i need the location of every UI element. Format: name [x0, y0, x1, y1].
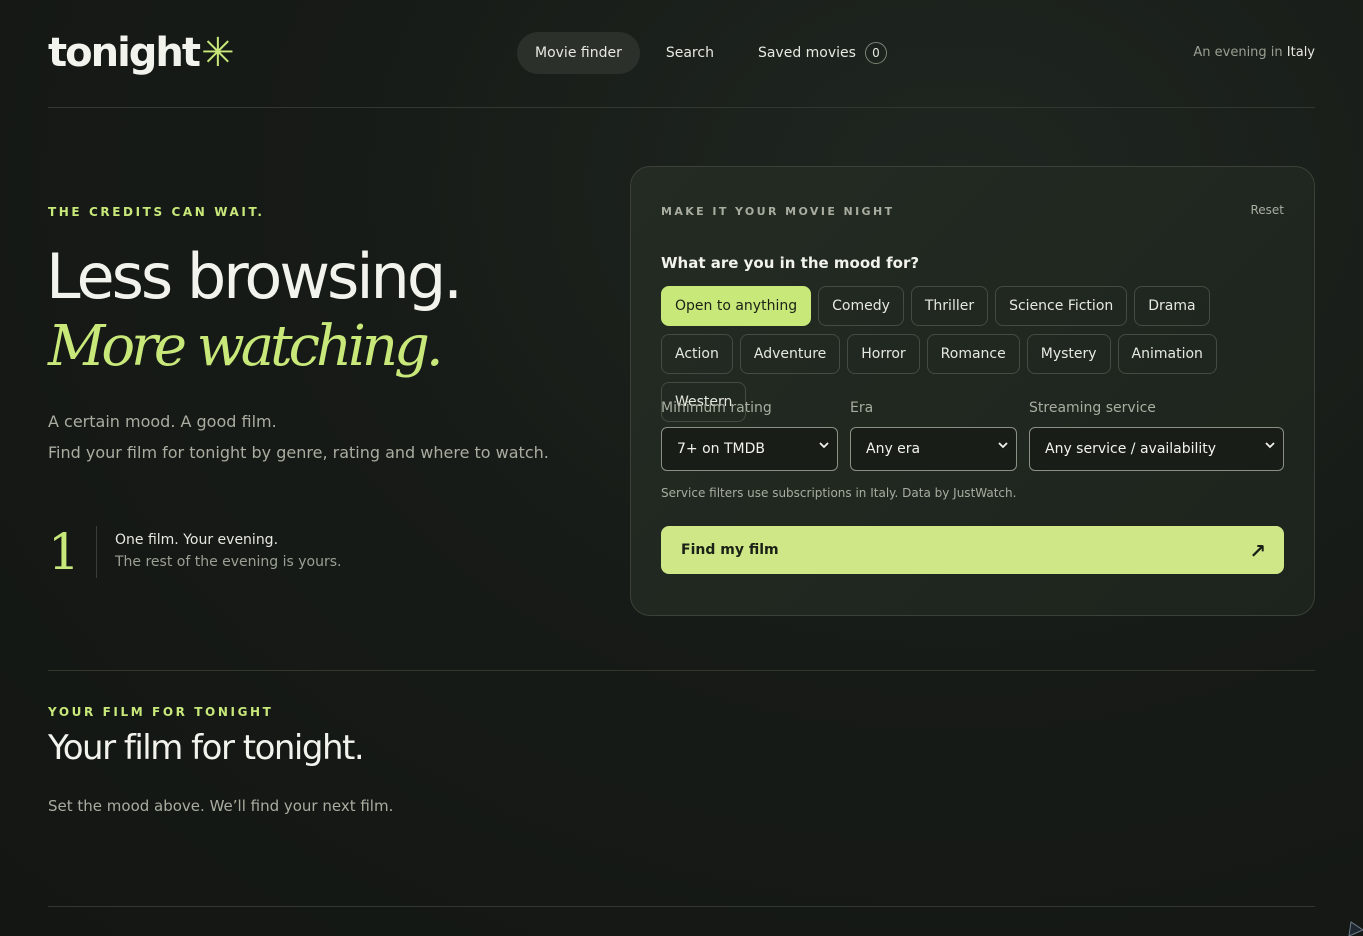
hero-title-accent: More watching. — [48, 314, 444, 379]
locale-prefix: An evening in — [1193, 45, 1283, 60]
main-nav: Movie finder Search Saved movies 0 — [517, 32, 913, 74]
chevron-down-icon — [998, 442, 1008, 449]
hero-title: Less browsing. — [46, 240, 463, 313]
movie-finder-card: MAKE IT YOUR MOVIE NIGHT Reset What are … — [630, 166, 1315, 616]
service-value: Any service / availability — [1045, 441, 1217, 457]
chevron-down-icon — [819, 442, 829, 449]
chevron-down-icon — [1265, 442, 1275, 449]
service-note: Service filters use subscriptions in Ita… — [661, 486, 1017, 500]
stat-title: One film. Your evening. — [115, 532, 279, 548]
stat-number: 1 — [48, 523, 80, 581]
genre-chip-thriller[interactable]: Thriller — [910, 286, 989, 326]
genre-chip-action[interactable]: Action — [661, 334, 733, 374]
genre-chip-animation[interactable]: Animation — [1117, 334, 1217, 374]
nav-label: Search — [665, 45, 714, 61]
result-subtitle: Set the mood above. We’ll find your next… — [48, 797, 394, 815]
genre-chip-comedy[interactable]: Comedy — [818, 286, 904, 326]
find-my-film-button[interactable]: Find my film ↗ — [661, 526, 1284, 574]
cta-label: Find my film — [681, 542, 779, 558]
locale-indicator: An evening in Italy — [1193, 45, 1315, 60]
genre-chip-romance[interactable]: Romance — [926, 334, 1020, 374]
hero-description: Find your film for tonight by genre, rat… — [48, 443, 549, 462]
rating-select[interactable]: 7+ on TMDB — [661, 427, 838, 471]
nav-label: Movie finder — [535, 45, 622, 61]
mood-question: What are you in the mood for? — [661, 254, 920, 272]
arrow-up-right-icon: ↗ — [1249, 539, 1266, 563]
nav-saved-movies[interactable]: Saved movies 0 — [740, 32, 905, 74]
era-label: Era — [850, 400, 874, 416]
stat-divider — [96, 526, 97, 578]
genre-chip-adventure[interactable]: Adventure — [739, 334, 841, 374]
hero-subtitle: A certain mood. A good film. — [48, 412, 277, 431]
section-divider — [48, 906, 1315, 907]
cursor-icon — [1348, 921, 1363, 936]
result-eyebrow: YOUR FILM FOR TONIGHT — [48, 705, 274, 719]
nav-label: Saved movies — [757, 45, 856, 61]
logo-text: tonight — [48, 30, 201, 76]
nav-movie-finder[interactable]: Movie finder — [517, 32, 640, 74]
era-value: Any era — [866, 441, 921, 457]
section-divider — [48, 670, 1315, 671]
genre-chip-open-to-anything[interactable]: Open to anything — [661, 286, 812, 326]
era-select[interactable]: Any era — [850, 427, 1017, 471]
asterisk-icon: ✳ — [201, 30, 234, 76]
nav-search[interactable]: Search — [648, 32, 732, 74]
service-label: Streaming service — [1029, 400, 1156, 416]
rating-label: Minimum rating — [661, 400, 772, 416]
genre-chip-horror[interactable]: Horror — [847, 334, 920, 374]
rating-value: 7+ on TMDB — [677, 441, 765, 457]
locale-country: Italy — [1286, 45, 1315, 60]
card-eyebrow: MAKE IT YOUR MOVIE NIGHT — [661, 205, 895, 218]
logo[interactable]: tonight✳ — [48, 30, 235, 76]
genre-chip-drama[interactable]: Drama — [1134, 286, 1210, 326]
service-select[interactable]: Any service / availability — [1029, 427, 1284, 471]
hero-eyebrow: THE CREDITS CAN WAIT. — [48, 205, 265, 219]
site-header: tonight✳ Movie finder Search Saved movie… — [48, 0, 1315, 108]
genre-chip-mystery[interactable]: Mystery — [1026, 334, 1111, 374]
result-title: Your film for tonight. — [48, 728, 365, 768]
genre-chip-science-fiction[interactable]: Science Fiction — [995, 286, 1128, 326]
stat-subtitle: The rest of the evening is yours. — [115, 554, 342, 570]
saved-count-badge: 0 — [864, 42, 887, 64]
reset-button[interactable]: Reset — [1250, 203, 1284, 217]
